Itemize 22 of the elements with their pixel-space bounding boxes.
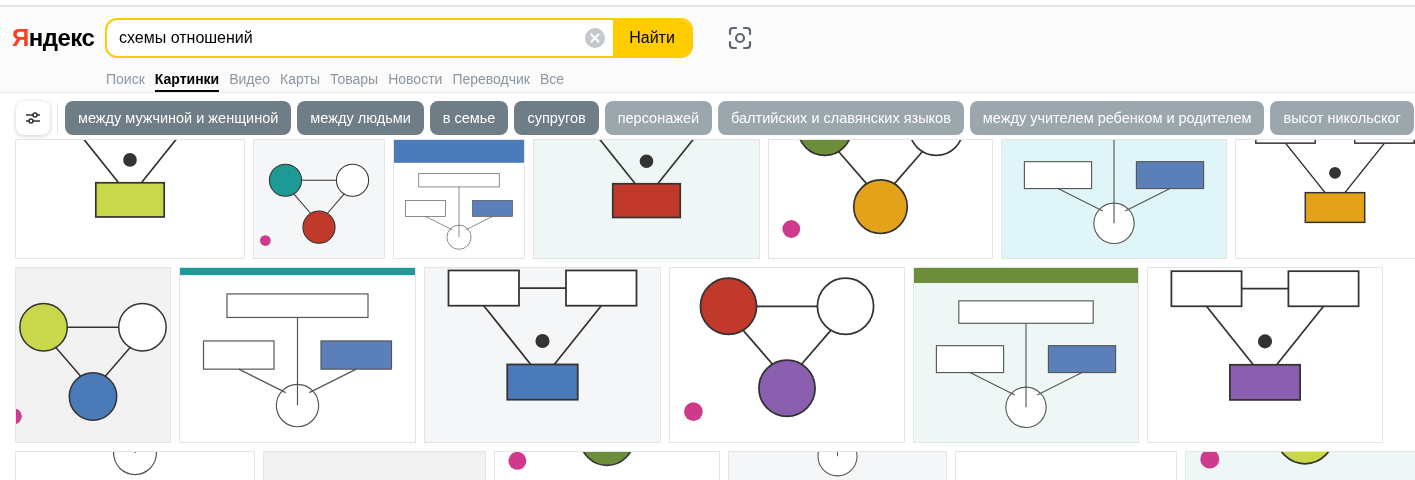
suggestion-chip[interactable]: высот никольског — [1270, 101, 1414, 135]
nav-tab[interactable]: Карты — [280, 69, 320, 92]
nav-tab[interactable]: Переводчик — [452, 69, 530, 92]
nav-tab[interactable]: Поиск — [106, 69, 145, 92]
nav-tab[interactable]: Видео — [229, 69, 271, 92]
nav-tab[interactable]: Новости — [388, 69, 443, 92]
nav-tab[interactable]: Товары — [330, 69, 379, 92]
suggestion-chip[interactable]: в семье — [429, 101, 509, 135]
search-button[interactable]: Найти — [613, 20, 691, 56]
suggestion-chip[interactable]: между учителем ребенком и родителем — [969, 101, 1265, 135]
suggestion-chip[interactable]: балтийских и славянских языков — [718, 101, 964, 135]
nav-tab[interactable]: Картинки — [154, 69, 220, 92]
suggestion-chip[interactable]: между людьми — [297, 101, 424, 135]
sliders-icon — [25, 110, 41, 126]
nav-tab[interactable]: Все — [540, 69, 565, 92]
camera-icon[interactable] — [728, 26, 752, 50]
search-field[interactable]: схемы отношений Найти — [105, 18, 693, 58]
suggestion-chip[interactable]: супругов — [514, 101, 599, 135]
logo[interactable]: Яндекс — [12, 24, 105, 52]
filter-button[interactable] — [16, 101, 50, 135]
suggestion-chip[interactable]: персонажей — [604, 101, 713, 135]
suggestion-chip[interactable]: между мужчиной и женщиной — [65, 101, 292, 135]
